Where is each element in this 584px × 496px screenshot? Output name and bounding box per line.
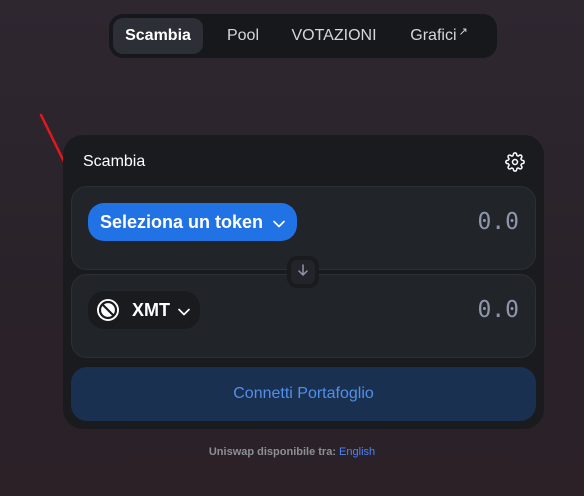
chevron-down-icon <box>178 300 190 321</box>
nav-item-pool[interactable]: Pool <box>203 18 283 54</box>
gear-icon[interactable] <box>504 151 526 173</box>
external-link-icon: ↗ <box>458 25 468 38</box>
arrow-down-icon <box>296 263 310 282</box>
language-link[interactable]: English <box>339 446 375 458</box>
swap-card-header: Scambia <box>83 151 526 173</box>
nav-item-votazioni[interactable]: VOTAZIONI <box>283 18 385 54</box>
select-token-button[interactable]: Seleziona un token <box>88 203 298 241</box>
nav-item-scambia[interactable]: Scambia <box>113 18 203 54</box>
language-footer: Uniswap disponibile tra: English <box>0 446 584 458</box>
swap-title: Scambia <box>83 153 146 170</box>
connect-wallet-button[interactable]: Connetti Portafoglio <box>71 367 536 421</box>
top-nav: Scambia Pool VOTAZIONI Grafici ↗ <box>109 14 497 58</box>
output-token-symbol: XMT <box>132 299 170 320</box>
output-token-selector[interactable]: XMT <box>88 291 200 329</box>
nav-item-grafici-label: Grafici <box>410 27 457 44</box>
output-amount[interactable]: 0.0 <box>477 297 519 323</box>
chevron-down-icon <box>273 212 285 233</box>
nav-item-grafici[interactable]: Grafici ↗ <box>385 18 493 54</box>
footer-prefix: Uniswap disponibile tra: <box>208 446 336 458</box>
switch-direction-button[interactable] <box>287 256 319 288</box>
input-amount[interactable]: 0.0 <box>477 209 519 235</box>
select-token-label: Seleziona un token <box>100 211 264 232</box>
swap-card: Scambia Seleziona un token 0.0 XMT 0.0 C… <box>63 135 544 429</box>
token-logo-icon <box>96 298 120 322</box>
